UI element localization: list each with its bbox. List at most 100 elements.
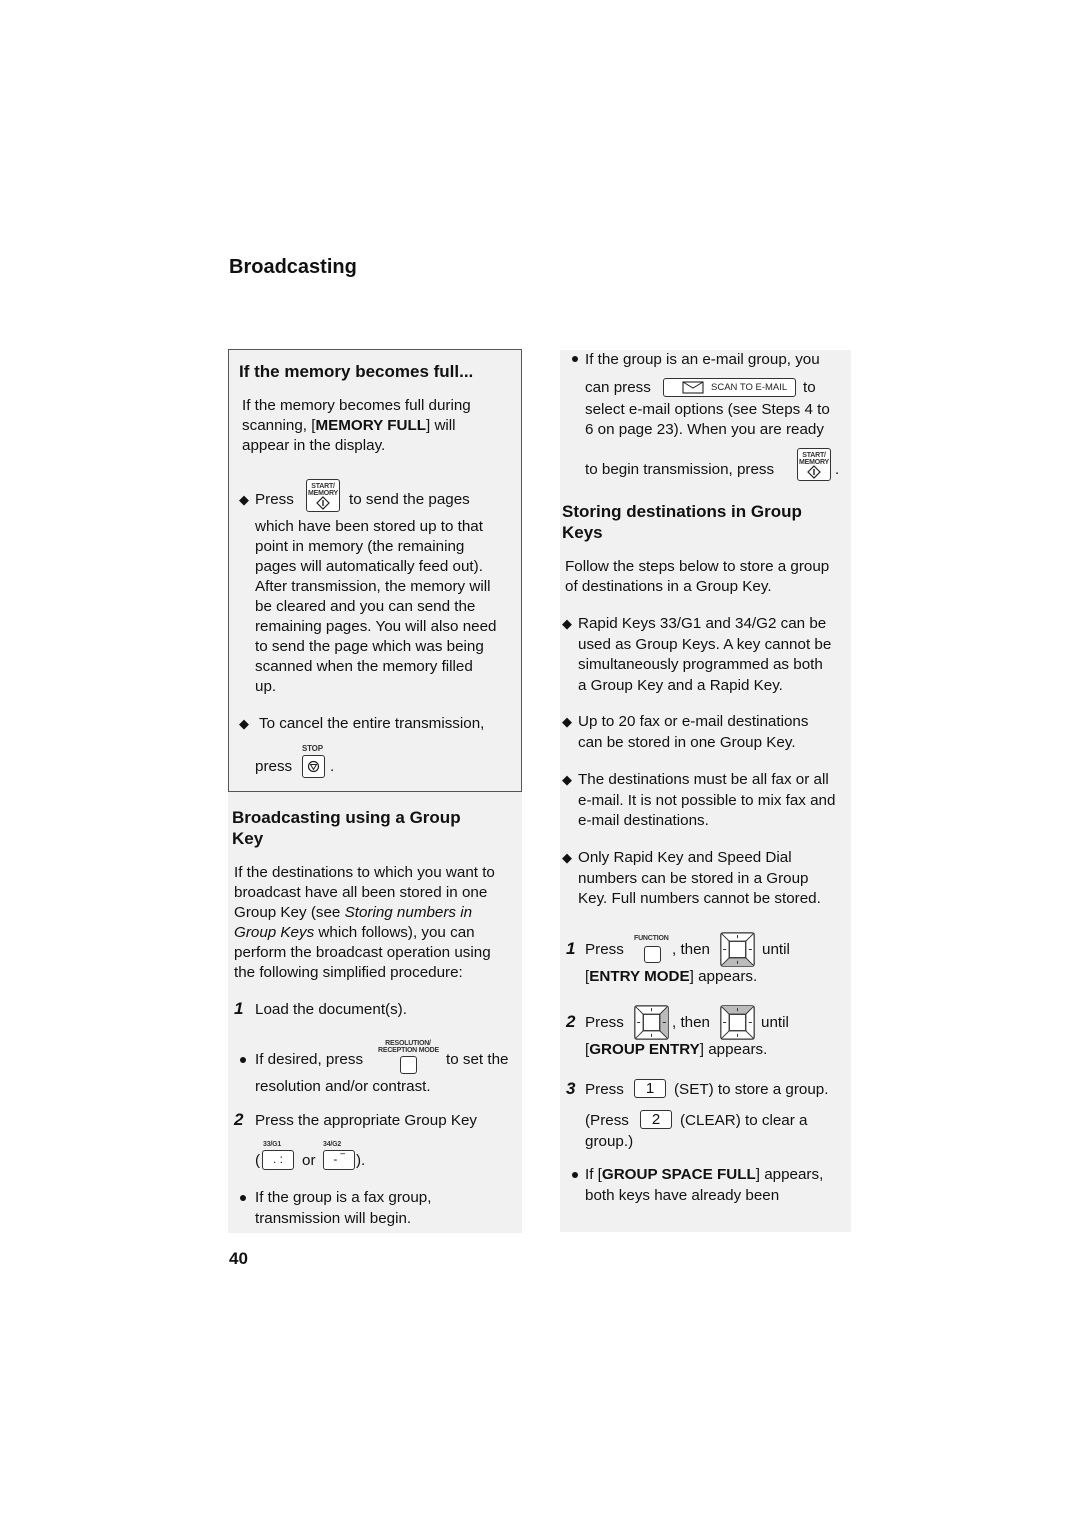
diamond-bullet-icon: ◆ — [239, 492, 249, 507]
email-line: 6 on page 23). When you are ready — [585, 421, 824, 438]
step-number: 1 — [566, 939, 576, 958]
memory-intro-line: appear in the display. — [242, 437, 386, 454]
paragraph-line: the following simplified procedure: — [234, 964, 463, 981]
memory-intro-line: scanning, [MEMORY FULL] will — [242, 417, 456, 434]
envelope-icon — [682, 381, 704, 394]
step-bullet-text: If [GROUP SPACE FULL] appears, — [585, 1166, 824, 1183]
bullet-text: to send the pages — [349, 491, 470, 508]
bullet-text: Press — [255, 491, 294, 508]
paragraph-line: If the destinations to which you want to — [234, 864, 495, 881]
function-key-label: FUNCTION — [634, 935, 669, 942]
bullet-text: press — [255, 758, 293, 775]
step-bullet-text: If desired, press — [255, 1051, 364, 1068]
storing-bullet-line: e-mail destinations. — [578, 812, 709, 829]
bullet-text: to send the page which was being — [255, 638, 484, 655]
diamond-bullet-icon: ◆ — [562, 772, 572, 787]
storing-intro: Follow the steps below to store a group — [565, 558, 830, 575]
bullet-text: scanned when the memory filled — [255, 658, 473, 675]
storing-bullet-line: Up to 20 fax or e-mail destinations — [578, 713, 809, 730]
email-line: to — [803, 379, 816, 396]
step-text: Press the appropriate Group Key — [255, 1112, 478, 1129]
storing-bullet-line: simultaneously programmed as both — [578, 656, 823, 673]
storing-bullet-line: Rapid Keys 33/G1 and 34/G2 can be — [578, 615, 827, 632]
storing-heading: Storing destinations in Group — [562, 502, 802, 521]
bullet-dot-icon — [240, 1057, 246, 1063]
paragraph-line: Group Keys which follows), you can — [234, 924, 475, 941]
step-bullet-text: If the group is a fax group, — [255, 1189, 432, 1206]
or-text: or — [302, 1152, 316, 1169]
storing-bullet-line: used as Group Keys. A key cannot be — [578, 635, 832, 653]
step-number: 2 — [566, 1012, 576, 1031]
paragraph-line: perform the broadcast operation using — [234, 944, 491, 961]
function-key-icon — [644, 946, 661, 963]
step-number: 1 — [234, 999, 244, 1018]
storing-bullet-line: can be stored in one Group Key. — [578, 733, 796, 751]
step-text: until — [761, 1014, 789, 1031]
bullet-text: After transmission, the memory will — [255, 578, 491, 595]
bullet-text: which have been stored up to that — [255, 518, 483, 535]
stop-key-label: STOP — [302, 744, 323, 753]
group-key-g1-icon: . : — [262, 1150, 294, 1170]
storing-bullet-line: e-mail. It is not possible to mix fax an… — [578, 791, 836, 809]
step-text: [ENTRY MODE] appears. — [585, 968, 758, 985]
bullet-dot-icon — [240, 1195, 246, 1201]
step-bullet-text: to set the — [446, 1051, 509, 1068]
bullet-text: To cancel the entire transmission, — [259, 715, 485, 732]
storing-bullet-line: numbers can be stored in a Group — [578, 869, 809, 887]
storing-heading: Keys — [562, 523, 603, 542]
key-1-icon: 1 — [634, 1079, 666, 1098]
diamond-bullet-icon: ◆ — [562, 616, 572, 631]
stop-key-icon — [302, 755, 325, 778]
step-text: , then — [672, 1014, 710, 1031]
memory-intro-line: If the memory becomes full during — [242, 397, 471, 414]
group-key-g2-icon: - ‾ — [323, 1150, 355, 1170]
paragraph-line: Group Key (see Storing numbers in — [234, 904, 473, 921]
storing-bullet-line: Only Rapid Key and Speed Dial — [578, 849, 792, 866]
bullet-text: point in memory (the remaining — [255, 538, 465, 555]
step-text: Load the document(s). — [255, 1001, 407, 1018]
storing-intro: of destinations in a Group Key. — [565, 578, 772, 595]
email-line: to begin transmission, press — [585, 461, 775, 478]
period-text: . — [835, 461, 840, 478]
step-text: (SET) to store a group. — [674, 1081, 829, 1098]
bullet-text: up. — [255, 678, 277, 695]
step-text: Press — [585, 1014, 624, 1031]
nav-key-up-icon — [720, 1005, 755, 1045]
nav-key-right-icon — [634, 1005, 669, 1045]
step-text: (Press — [585, 1112, 629, 1129]
step-number: 3 — [566, 1079, 576, 1098]
step-bullet-text: resolution and/or contrast. — [255, 1078, 431, 1095]
paren-close: ). — [356, 1152, 366, 1169]
bullet-text: remaining pages. You will also need — [255, 618, 497, 635]
step-text: Press — [585, 941, 624, 958]
page-number: 40 — [229, 1249, 248, 1268]
bullet-dot-icon — [572, 356, 578, 362]
step-text: (CLEAR) to clear a — [680, 1112, 808, 1129]
storing-bullet-line: a Group Key and a Rapid Key. — [578, 676, 783, 694]
memory-full-heading: If the memory becomes full... — [239, 362, 474, 381]
email-line: select e-mail options (see Steps 4 to — [585, 401, 830, 418]
key-g2-label: 34/G2 — [323, 1141, 342, 1148]
storing-bullet-line: The destinations must be all fax or all — [578, 771, 829, 788]
paren-open: ( — [255, 1152, 261, 1169]
nav-key-down-icon — [720, 932, 755, 972]
step-text: Press — [585, 1081, 624, 1098]
email-line: If the group is an e-mail group, you — [585, 351, 820, 368]
start-memory-key-icon: START/ MEMORY — [797, 448, 831, 481]
group-broadcast-heading: Broadcasting using a Group — [232, 808, 461, 827]
step-bullet-text: both keys have already been — [585, 1187, 780, 1204]
key-2-icon: 2 — [640, 1110, 672, 1129]
bullet-text: pages will automatically feed out). — [255, 558, 483, 575]
group-broadcast-heading: Key — [232, 829, 264, 848]
resolution-key-label: RESOLUTION/RECEPTION MODE — [378, 1040, 439, 1054]
diamond-bullet-icon: ◆ — [562, 850, 572, 865]
diamond-bullet-icon: ◆ — [562, 714, 572, 729]
step-text: , then — [672, 941, 710, 958]
scan-to-email-key-icon: SCAN TO E-MAIL — [663, 378, 796, 397]
page-title: Broadcasting — [229, 256, 357, 278]
step-text: group.) — [585, 1133, 634, 1150]
resolution-key-icon — [400, 1056, 417, 1074]
bullet-text: be cleared and you can send the — [255, 598, 476, 615]
bullet-dot-icon — [572, 1172, 578, 1178]
step-number: 2 — [234, 1110, 244, 1129]
